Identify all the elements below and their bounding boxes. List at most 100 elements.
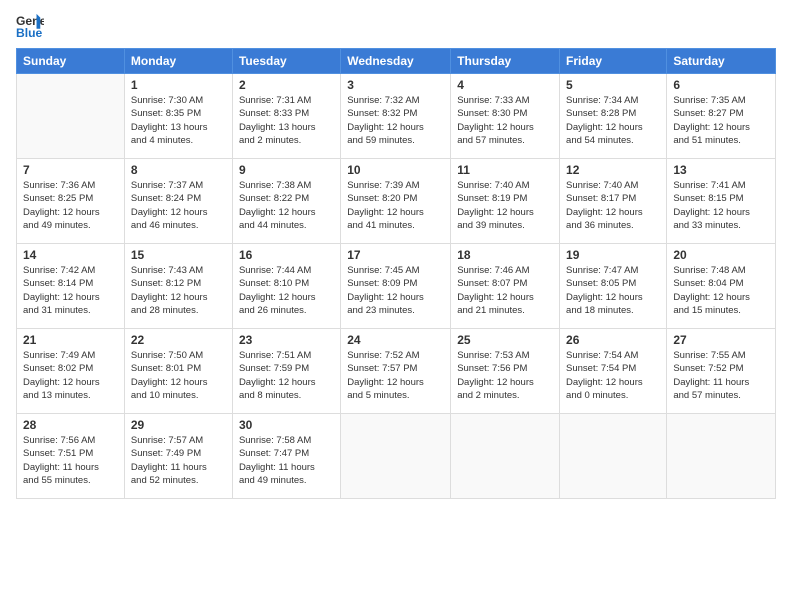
day-info: Sunrise: 7:47 AM Sunset: 8:05 PM Dayligh… bbox=[566, 264, 660, 317]
calendar-cell: 10 Sunrise: 7:39 AM Sunset: 8:20 PM Dayli… bbox=[341, 159, 451, 244]
calendar-cell: 7 Sunrise: 7:36 AM Sunset: 8:25 PM Daylig… bbox=[17, 159, 125, 244]
day-number: 12 bbox=[566, 163, 660, 177]
day-number: 1 bbox=[131, 78, 226, 92]
day-info: Sunrise: 7:56 AM Sunset: 7:51 PM Dayligh… bbox=[23, 434, 118, 487]
day-info: Sunrise: 7:32 AM Sunset: 8:32 PM Dayligh… bbox=[347, 94, 444, 147]
calendar-week-row: 28 Sunrise: 7:56 AM Sunset: 7:51 PM Dayli… bbox=[17, 414, 776, 499]
day-number: 6 bbox=[673, 78, 769, 92]
calendar-cell: 19 Sunrise: 7:47 AM Sunset: 8:05 PM Dayli… bbox=[560, 244, 667, 329]
calendar-cell: 16 Sunrise: 7:44 AM Sunset: 8:10 PM Dayli… bbox=[232, 244, 340, 329]
day-info: Sunrise: 7:30 AM Sunset: 8:35 PM Dayligh… bbox=[131, 94, 226, 147]
calendar-cell: 22 Sunrise: 7:50 AM Sunset: 8:01 PM Dayli… bbox=[124, 329, 232, 414]
col-header-saturday: Saturday bbox=[667, 49, 776, 74]
day-number: 18 bbox=[457, 248, 553, 262]
day-info: Sunrise: 7:31 AM Sunset: 8:33 PM Dayligh… bbox=[239, 94, 334, 147]
calendar-cell: 2 Sunrise: 7:31 AM Sunset: 8:33 PM Daylig… bbox=[232, 74, 340, 159]
day-number: 24 bbox=[347, 333, 444, 347]
calendar-cell: 4 Sunrise: 7:33 AM Sunset: 8:30 PM Daylig… bbox=[451, 74, 560, 159]
day-info: Sunrise: 7:52 AM Sunset: 7:57 PM Dayligh… bbox=[347, 349, 444, 402]
day-number: 28 bbox=[23, 418, 118, 432]
day-info: Sunrise: 7:48 AM Sunset: 8:04 PM Dayligh… bbox=[673, 264, 769, 317]
calendar-table: SundayMondayTuesdayWednesdayThursdayFrid… bbox=[16, 48, 776, 499]
calendar-cell: 11 Sunrise: 7:40 AM Sunset: 8:19 PM Dayli… bbox=[451, 159, 560, 244]
col-header-sunday: Sunday bbox=[17, 49, 125, 74]
calendar-cell: 29 Sunrise: 7:57 AM Sunset: 7:49 PM Dayli… bbox=[124, 414, 232, 499]
day-number: 17 bbox=[347, 248, 444, 262]
day-number: 2 bbox=[239, 78, 334, 92]
day-number: 7 bbox=[23, 163, 118, 177]
day-number: 19 bbox=[566, 248, 660, 262]
day-number: 16 bbox=[239, 248, 334, 262]
day-info: Sunrise: 7:36 AM Sunset: 8:25 PM Dayligh… bbox=[23, 179, 118, 232]
calendar-cell: 12 Sunrise: 7:40 AM Sunset: 8:17 PM Dayli… bbox=[560, 159, 667, 244]
day-number: 29 bbox=[131, 418, 226, 432]
calendar-cell bbox=[560, 414, 667, 499]
page: General Blue SundayMondayTuesdayWednesda… bbox=[0, 0, 792, 612]
day-info: Sunrise: 7:33 AM Sunset: 8:30 PM Dayligh… bbox=[457, 94, 553, 147]
day-info: Sunrise: 7:39 AM Sunset: 8:20 PM Dayligh… bbox=[347, 179, 444, 232]
calendar-cell: 9Sunrise: 7:38 AM Sunset: 8:22 PM Daylig… bbox=[232, 159, 340, 244]
calendar-cell bbox=[667, 414, 776, 499]
day-info: Sunrise: 7:44 AM Sunset: 8:10 PM Dayligh… bbox=[239, 264, 334, 317]
day-number: 27 bbox=[673, 333, 769, 347]
calendar-cell: 1 Sunrise: 7:30 AM Sunset: 8:35 PM Daylig… bbox=[124, 74, 232, 159]
logo-icon: General Blue bbox=[16, 12, 44, 40]
day-number: 5 bbox=[566, 78, 660, 92]
day-number: 13 bbox=[673, 163, 769, 177]
day-info: Sunrise: 7:49 AM Sunset: 8:02 PM Dayligh… bbox=[23, 349, 118, 402]
col-header-friday: Friday bbox=[560, 49, 667, 74]
day-number: 4 bbox=[457, 78, 553, 92]
header: General Blue bbox=[16, 12, 776, 40]
day-info: Sunrise: 7:42 AM Sunset: 8:14 PM Dayligh… bbox=[23, 264, 118, 317]
calendar-cell: 23Sunrise: 7:51 AM Sunset: 7:59 PM Dayli… bbox=[232, 329, 340, 414]
day-info: Sunrise: 7:40 AM Sunset: 8:17 PM Dayligh… bbox=[566, 179, 660, 232]
day-info: Sunrise: 7:41 AM Sunset: 8:15 PM Dayligh… bbox=[673, 179, 769, 232]
day-info: Sunrise: 7:53 AM Sunset: 7:56 PM Dayligh… bbox=[457, 349, 553, 402]
day-number: 30 bbox=[239, 418, 334, 432]
calendar-cell: 17 Sunrise: 7:45 AM Sunset: 8:09 PM Dayli… bbox=[341, 244, 451, 329]
day-number: 25 bbox=[457, 333, 553, 347]
day-number: 23 bbox=[239, 333, 334, 347]
calendar-cell: 13 Sunrise: 7:41 AM Sunset: 8:15 PM Dayli… bbox=[667, 159, 776, 244]
day-number: 22 bbox=[131, 333, 226, 347]
day-info: Sunrise: 7:50 AM Sunset: 8:01 PM Dayligh… bbox=[131, 349, 226, 402]
col-header-tuesday: Tuesday bbox=[232, 49, 340, 74]
calendar-cell: 5Sunrise: 7:34 AM Sunset: 8:28 PM Daylig… bbox=[560, 74, 667, 159]
day-number: 26 bbox=[566, 333, 660, 347]
day-info: Sunrise: 7:54 AM Sunset: 7:54 PM Dayligh… bbox=[566, 349, 660, 402]
col-header-wednesday: Wednesday bbox=[341, 49, 451, 74]
calendar-week-row: 14 Sunrise: 7:42 AM Sunset: 8:14 PM Dayli… bbox=[17, 244, 776, 329]
calendar-cell: 27 Sunrise: 7:55 AM Sunset: 7:52 PM Dayli… bbox=[667, 329, 776, 414]
calendar-cell bbox=[17, 74, 125, 159]
calendar-cell: 26 Sunrise: 7:54 AM Sunset: 7:54 PM Dayli… bbox=[560, 329, 667, 414]
day-info: Sunrise: 7:57 AM Sunset: 7:49 PM Dayligh… bbox=[131, 434, 226, 487]
calendar-cell: 6 Sunrise: 7:35 AM Sunset: 8:27 PM Daylig… bbox=[667, 74, 776, 159]
calendar-cell: 21 Sunrise: 7:49 AM Sunset: 8:02 PM Dayli… bbox=[17, 329, 125, 414]
day-number: 3 bbox=[347, 78, 444, 92]
calendar-cell: 25 Sunrise: 7:53 AM Sunset: 7:56 PM Dayli… bbox=[451, 329, 560, 414]
day-info: Sunrise: 7:40 AM Sunset: 8:19 PM Dayligh… bbox=[457, 179, 553, 232]
col-header-thursday: Thursday bbox=[451, 49, 560, 74]
day-number: 20 bbox=[673, 248, 769, 262]
calendar-week-row: 7 Sunrise: 7:36 AM Sunset: 8:25 PM Daylig… bbox=[17, 159, 776, 244]
calendar-cell: 24 Sunrise: 7:52 AM Sunset: 7:57 PM Dayli… bbox=[341, 329, 451, 414]
day-info: Sunrise: 7:55 AM Sunset: 7:52 PM Dayligh… bbox=[673, 349, 769, 402]
day-info: Sunrise: 7:45 AM Sunset: 8:09 PM Dayligh… bbox=[347, 264, 444, 317]
calendar-week-row: 1 Sunrise: 7:30 AM Sunset: 8:35 PM Daylig… bbox=[17, 74, 776, 159]
day-number: 11 bbox=[457, 163, 553, 177]
calendar-cell: 18 Sunrise: 7:46 AM Sunset: 8:07 PM Dayli… bbox=[451, 244, 560, 329]
day-info: Sunrise: 7:58 AM Sunset: 7:47 PM Dayligh… bbox=[239, 434, 334, 487]
day-number: 8 bbox=[131, 163, 226, 177]
day-number: 14 bbox=[23, 248, 118, 262]
day-info: Sunrise: 7:37 AM Sunset: 8:24 PM Dayligh… bbox=[131, 179, 226, 232]
calendar-cell: 8 Sunrise: 7:37 AM Sunset: 8:24 PM Daylig… bbox=[124, 159, 232, 244]
calendar-cell: 20 Sunrise: 7:48 AM Sunset: 8:04 PM Dayli… bbox=[667, 244, 776, 329]
day-info: Sunrise: 7:46 AM Sunset: 8:07 PM Dayligh… bbox=[457, 264, 553, 317]
calendar-cell: 15Sunrise: 7:43 AM Sunset: 8:12 PM Dayli… bbox=[124, 244, 232, 329]
calendar-cell: 28 Sunrise: 7:56 AM Sunset: 7:51 PM Dayli… bbox=[17, 414, 125, 499]
day-number: 21 bbox=[23, 333, 118, 347]
day-number: 15 bbox=[131, 248, 226, 262]
day-info: Sunrise: 7:35 AM Sunset: 8:27 PM Dayligh… bbox=[673, 94, 769, 147]
calendar-week-row: 21 Sunrise: 7:49 AM Sunset: 8:02 PM Dayli… bbox=[17, 329, 776, 414]
day-number: 10 bbox=[347, 163, 444, 177]
